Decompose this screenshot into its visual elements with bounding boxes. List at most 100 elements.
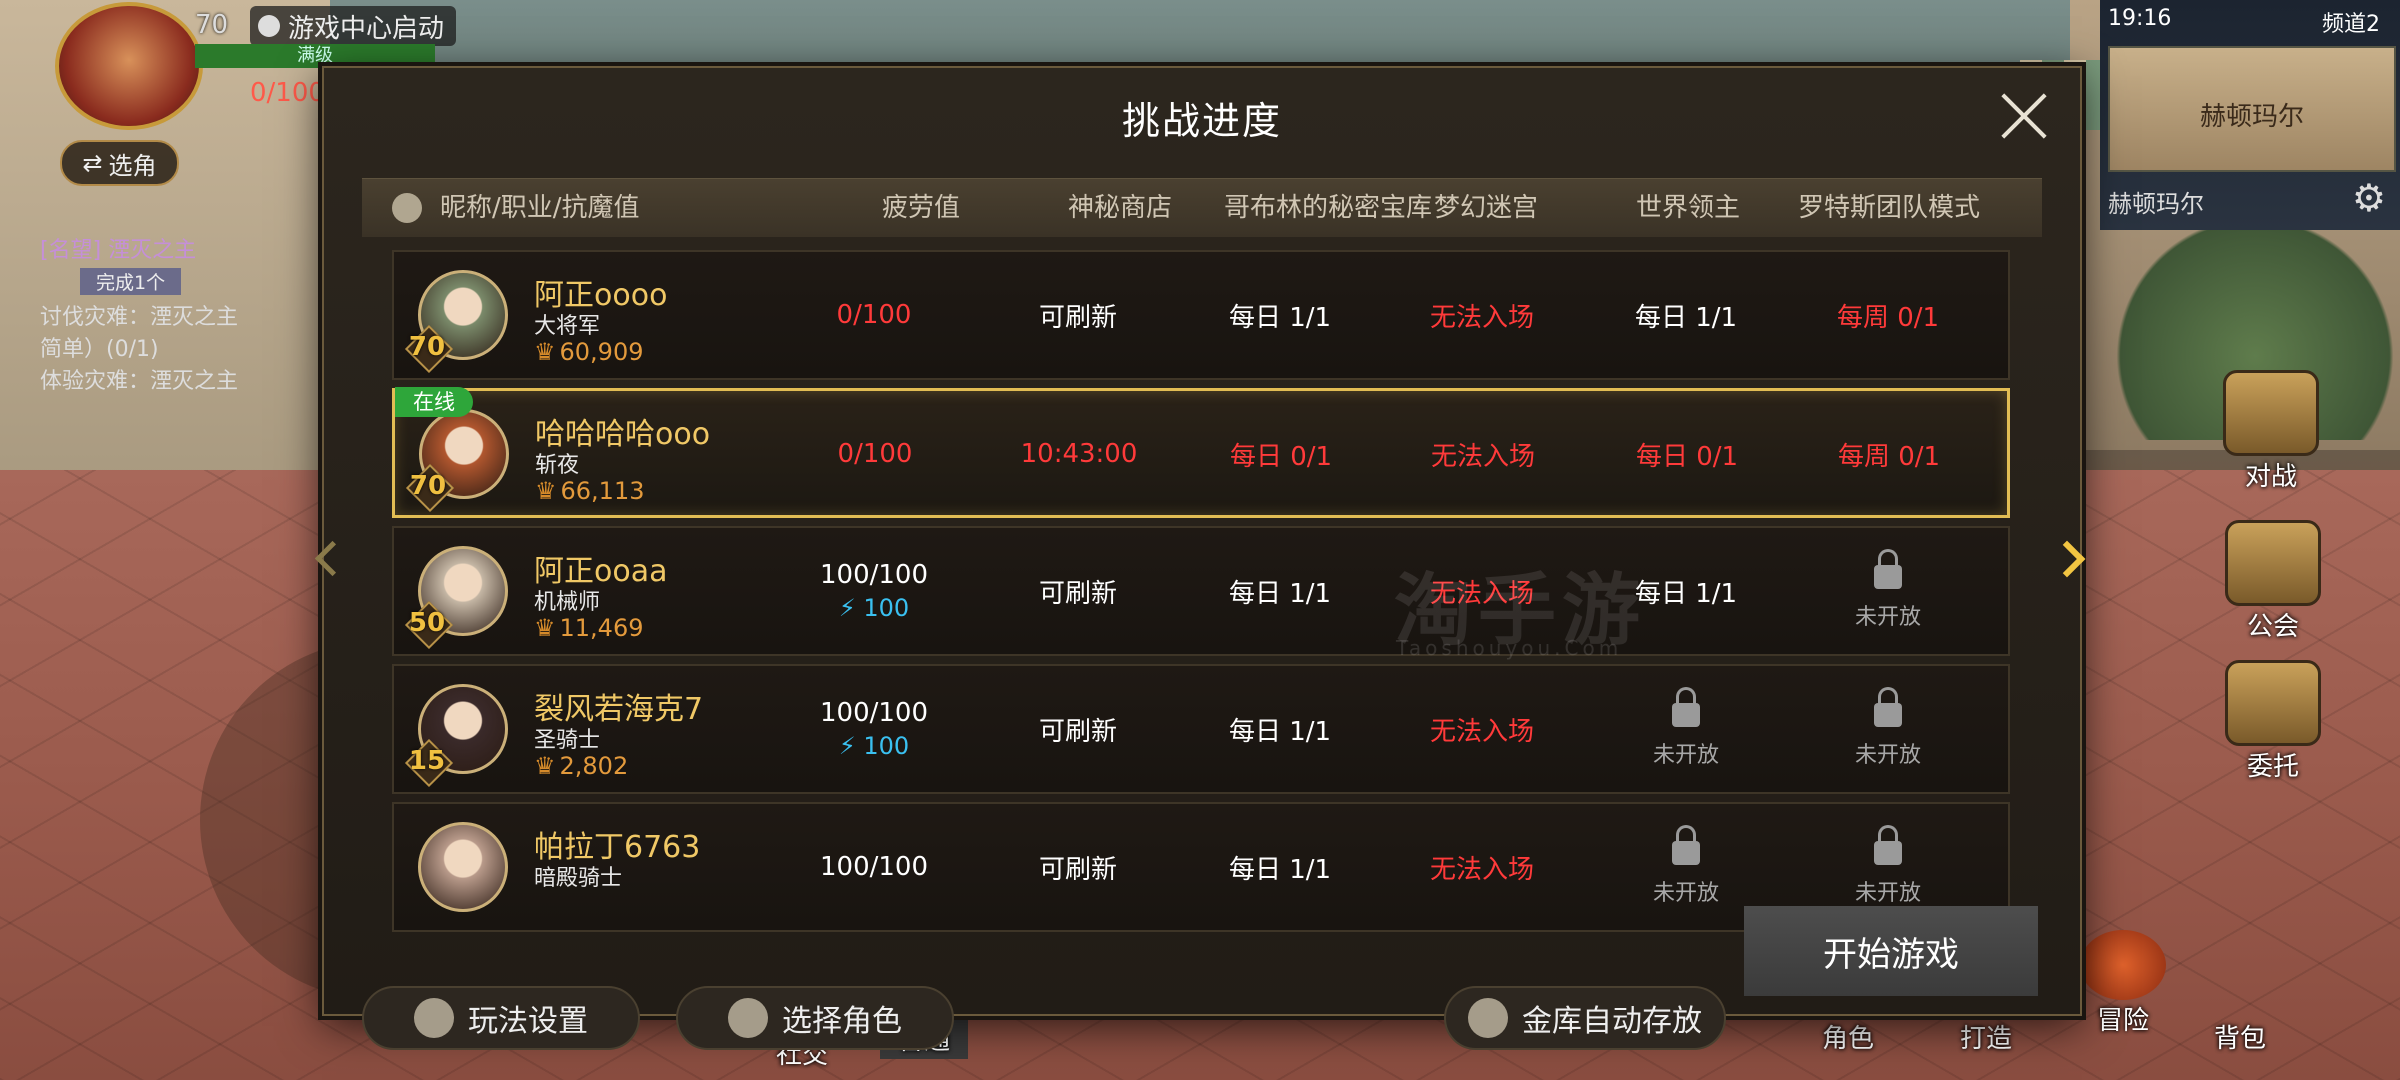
column-header-maze: 梦幻迷宫 (1434, 193, 1539, 223)
guild-button[interactable]: 公会 (2218, 520, 2328, 643)
fatigue-cell-value: 100/100 (819, 698, 928, 728)
anti-magic-number: 11,469 (559, 614, 644, 642)
game-center-icon (258, 15, 280, 37)
dream-maze-cell-value: 无法入场 (1429, 302, 1534, 333)
play-settings-button[interactable]: 玩法设置 (362, 986, 640, 1050)
anti-magic-number: 2,802 (559, 752, 629, 780)
character-avatar (418, 822, 508, 912)
mystery-shop-cell: 可刷新 (978, 528, 1178, 654)
status-time: 19:16 (2108, 6, 2172, 31)
world-lord-cell-value: 每日 1/1 (1634, 302, 1738, 333)
dream-maze-cell-value: 无法入场 (1429, 716, 1534, 747)
game-center-launch-badge[interactable]: 游戏中心启动 (250, 6, 457, 46)
rotes-raid-cell: 未开放 (1788, 528, 1988, 654)
gear-icon[interactable]: ⚙ (2352, 176, 2386, 220)
select-role-button[interactable]: 选择角色 (676, 986, 954, 1050)
anti-magic-icon: ♛ (534, 752, 556, 780)
rotes-raid-cell: 每周 0/1 (1788, 252, 1988, 378)
pvp-button[interactable]: 对战 (2216, 370, 2326, 493)
minimap-title: 赫顿玛尔 (2199, 102, 2304, 132)
switch-character-button[interactable]: ⇄ 选角 (60, 140, 179, 186)
character-list[interactable]: 70 阿正oooo 大将军 ♛ 60,909 0/100 可刷新 每日 1/1 无法入场 每日 1… (392, 250, 2012, 954)
vault-auto-store-label: 金库自动存放 (1522, 1004, 1702, 1039)
goblin-vault-cell-value: 每日 1/1 (1228, 302, 1332, 333)
adventure-orb-icon (2080, 930, 2166, 1000)
current-area-name: 赫顿玛尔 (2108, 190, 2204, 218)
character-select-icon (728, 998, 768, 1038)
column-header-goblin: 哥布林的秘密宝库 (1224, 193, 1433, 223)
bag-label: 背包 (2214, 1024, 2267, 1054)
select-role-label: 选择角色 (782, 1004, 902, 1039)
character-row[interactable]: 70 在线 哈哈哈哈ooo 斩夜 ♛ 66,113 0/100 10:43:00 每日 0/1 无… (392, 387, 2010, 518)
lock-icon (1874, 687, 1902, 727)
close-icon[interactable] (1998, 90, 2050, 142)
commission-label: 委托 (2246, 752, 2299, 782)
character-button[interactable]: 角色 (1822, 1018, 1874, 1055)
character-row[interactable]: 50 阿正ooaa 机械师 ♛ 11,469 100/100 ⚡ 100 可刷新 每日 1/1 无… (392, 526, 2010, 656)
character-class: 斩夜 (535, 453, 580, 478)
watermark-sub: Taoshouyou.Com (1396, 636, 1623, 660)
anti-magic-number: 60,909 (559, 338, 644, 366)
rotes-raid-cell-value: 每周 0/1 (1836, 302, 1940, 333)
notice-board-icon (2225, 660, 2321, 746)
character-class: 圣骑士 (534, 728, 601, 753)
forge-button[interactable]: 打造 (1960, 1018, 2012, 1055)
player-level: 70 (195, 10, 229, 40)
locked-label: 未开放 (1854, 881, 1921, 906)
dream-maze-cell: 无法入场 (1382, 804, 1582, 930)
column-header-name: 昵称/职业/抗魔值 (440, 193, 640, 223)
fatigue-bonus: ⚡ 100 (838, 594, 910, 622)
fatigue-bonus-value: 100 (863, 594, 910, 622)
lock-icon (1874, 825, 1902, 865)
rotes-raid-cell: 每周 0/1 (1789, 391, 1989, 517)
swap-icon: ⇄ (82, 149, 103, 177)
start-game-button[interactable]: 开始游戏 (1744, 906, 2038, 996)
character-row[interactable]: 15 裂风若海克7 圣骑士 ♛ 2,802 100/100 ⚡ 100 可刷新 每日 1/1 无法… (392, 664, 2010, 794)
switch-character-label: 选角 (108, 151, 157, 180)
quest-tracker[interactable]: [名望] 湮灭之主 完成1个 讨伐灾难：湮灭之主 简单）(0/1) 体验灾难：湮… (40, 232, 340, 412)
world-lord-cell: 每日 1/1 (1586, 252, 1786, 378)
mystery-shop-cell-value: 10:43:00 (1020, 439, 1138, 469)
mystery-shop-cell: 可刷新 (978, 252, 1178, 378)
player-avatar[interactable] (55, 2, 203, 130)
anti-magic-value: ♛ 66,113 (535, 477, 645, 505)
goblin-vault-cell: 每日 1/1 (1180, 804, 1380, 930)
locked-label: 未开放 (1854, 743, 1921, 768)
quest-line: 讨伐灾难：湮灭之主 (40, 305, 239, 330)
fatigue-bonus: ⚡ 100 (838, 732, 910, 760)
mystery-shop-cell: 可刷新 (978, 666, 1178, 792)
challenge-progress-dialog: 挑战进度 昵称/职业/抗魔值 疲劳值 神秘商店 哥布林的秘密宝库 梦幻迷宫 世界… (322, 66, 2082, 1050)
bag-button[interactable]: 背包 (2214, 1018, 2266, 1055)
column-header-fatigue: 疲劳值 (882, 193, 961, 223)
character-row[interactable]: 70 阿正oooo 大将军 ♛ 60,909 0/100 可刷新 每日 1/1 无法入场 每日 1… (392, 250, 2010, 380)
mystery-shop-cell-value: 可刷新 (1038, 716, 1117, 747)
fatigue-cell-value: 100/100 (819, 852, 928, 882)
world-lord-cell: 每日 0/1 (1587, 391, 1787, 517)
dialog-title: 挑战进度 (1121, 99, 1282, 143)
commission-button[interactable]: 委托 (2218, 660, 2328, 783)
fatigue-cell: 0/100 (774, 252, 974, 378)
level-badge: 70 (404, 324, 450, 370)
column-header-rotes: 罗特斯团队模式 (1798, 193, 1981, 223)
anti-magic-value: ♛ 11,469 (534, 614, 644, 642)
level-value: 70 (408, 332, 446, 362)
minimap-image[interactable]: 赫顿玛尔 (2108, 46, 2396, 172)
pvp-label: 对战 (2244, 462, 2297, 492)
level-badge: 50 (404, 600, 450, 646)
lock-icon (1672, 825, 1700, 865)
adventure-button[interactable]: 冒险 (2080, 930, 2166, 1037)
vault-auto-store-button[interactable]: 金库自动存放 (1444, 986, 1726, 1050)
fatigue-cell: 100/100 (774, 804, 974, 930)
goblin-vault-cell: 每日 1/1 (1180, 666, 1380, 792)
chevron-right-icon[interactable] (2052, 538, 2092, 578)
quest-line: 简单）(0/1) (40, 337, 159, 362)
world-lord-cell-value: 每日 0/1 (1635, 441, 1739, 472)
character-class: 大将军 (534, 314, 601, 339)
mystery-shop-cell-value: 可刷新 (1038, 302, 1117, 333)
level-badge: 15 (404, 738, 450, 784)
minimap-panel[interactable]: 19:16 频道2 赫顿玛尔 赫顿玛尔 ⚙ (2100, 0, 2400, 230)
chevron-left-icon[interactable] (306, 538, 346, 578)
max-level-bar: 满级 (195, 44, 435, 68)
locked-label: 未开放 (1652, 881, 1719, 906)
anti-magic-value: ♛ 2,802 (534, 752, 628, 780)
